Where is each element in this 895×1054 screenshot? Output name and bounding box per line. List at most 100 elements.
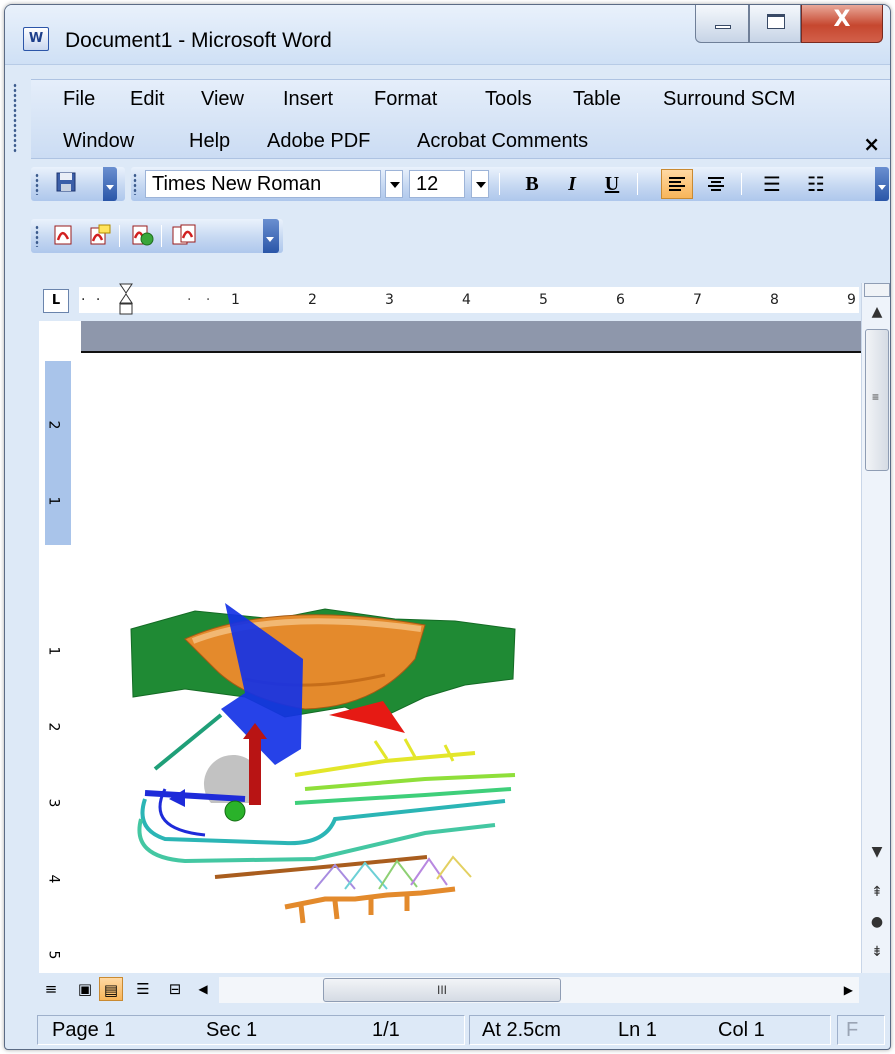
scroll-right-arrow-icon[interactable]: ▶ (844, 977, 853, 1003)
scroll-down-arrow-icon[interactable]: ▼ (862, 839, 890, 865)
bold-button[interactable]: B (519, 171, 545, 197)
align-left-button[interactable] (661, 169, 693, 199)
next-page-icon[interactable]: ⇟ (862, 939, 890, 965)
title-bar[interactable]: W Document1 - Microsoft Word X (5, 5, 890, 65)
status-section: Sec 1 (206, 1019, 258, 1041)
convert-and-email-pdf-button[interactable] (129, 223, 155, 249)
pdf-send-icon (172, 224, 196, 245)
pdf-toolbar (31, 219, 283, 253)
menu-help[interactable]: Help (189, 130, 230, 153)
vertical-ruler-margin (45, 361, 71, 545)
outline-view-icon[interactable]: ☰ (131, 977, 155, 1001)
menu-insert[interactable]: Insert (283, 88, 333, 111)
bullets-button[interactable]: ☷ (803, 171, 829, 197)
document-area[interactable]: 2 1 1 2 3 4 5 (39, 321, 861, 973)
separator (161, 225, 162, 247)
status-bar: Page 1 Sec 1 1/1 At 2.5cm Ln 1 Col 1 F (31, 1009, 889, 1047)
vruler-label: 4 (45, 874, 62, 884)
convert-to-pdf-button[interactable] (51, 223, 77, 249)
font-size-dropdown[interactable] (471, 170, 489, 198)
status-position[interactable]: At 2.5cm Ln 1 Col 1 (469, 1015, 831, 1045)
standard-toolbar-options[interactable] (103, 167, 117, 201)
status-extra-text: F (846, 1019, 859, 1041)
vertical-ruler[interactable]: 2 1 1 2 3 4 5 (39, 353, 73, 973)
menu-format[interactable]: Format (374, 88, 437, 111)
select-browse-object-icon[interactable]: ● (862, 909, 890, 935)
align-center-icon (708, 177, 724, 193)
split-box[interactable] (864, 283, 890, 297)
menu-table[interactable]: Table (573, 88, 621, 111)
status-column: Col 1 (718, 1019, 765, 1041)
align-center-button[interactable] (703, 171, 729, 197)
vertical-scrollbar[interactable]: ▲ ≡ ▼ ⇞ ● ⇟ (861, 283, 890, 973)
menu-adobe-pdf[interactable]: Adobe PDF (267, 130, 370, 153)
status-extra[interactable]: F (837, 1015, 885, 1045)
minimize-icon (715, 25, 731, 29)
pdf-icon (54, 225, 72, 245)
reading-layout-view-icon[interactable]: ⊟ (163, 977, 187, 1001)
close-document-icon[interactable]: × (863, 132, 880, 156)
web-layout-view-icon[interactable]: ▣ (73, 977, 97, 1001)
formatting-toolbar-gripper[interactable] (133, 173, 137, 195)
menu-acrobat-comments[interactable]: Acrobat Comments (417, 130, 588, 153)
word-app-icon[interactable]: W (23, 27, 49, 51)
menu-tools[interactable]: Tools (485, 88, 532, 111)
print-layout-view-icon[interactable]: ▤ (99, 977, 123, 1001)
embedded-3d-model-image[interactable] (125, 589, 525, 929)
pdf-review-icon (90, 224, 111, 245)
normal-view-icon[interactable]: ≡ (39, 977, 63, 1001)
indent-marker[interactable] (119, 283, 133, 317)
separator (119, 225, 120, 247)
maximize-button[interactable] (749, 5, 801, 43)
vruler-label: 1 (45, 646, 62, 656)
italic-button[interactable]: I (559, 171, 585, 197)
underline-button[interactable]: U (599, 171, 625, 197)
font-name-dropdown[interactable] (385, 170, 403, 198)
menu-edit[interactable]: Edit (130, 88, 164, 111)
menu-file[interactable]: File (63, 88, 95, 111)
separator (499, 173, 500, 195)
horizontal-scroll-thumb[interactable]: III (323, 978, 561, 1002)
pdf-email-icon (132, 225, 154, 246)
menu-window[interactable]: Window (63, 130, 134, 153)
formatting-toolbar: Times New Roman 12 B I U ☰ ☷ (131, 167, 889, 201)
pdf-toolbar-gripper[interactable] (35, 225, 39, 247)
standard-toolbar-gripper[interactable] (35, 173, 39, 195)
minimize-button[interactable] (695, 5, 749, 43)
pdf-toolbar-options[interactable] (263, 219, 279, 253)
ruler-label: 2 (308, 292, 317, 308)
horizontal-scrollbar[interactable]: III ▶ (219, 977, 859, 1003)
formatting-toolbar-options[interactable] (875, 167, 889, 201)
numbering-button[interactable]: ☰ (759, 171, 785, 197)
save-button[interactable] (53, 171, 79, 197)
menubar-gripper[interactable] (13, 83, 17, 153)
menu-view[interactable]: View (201, 88, 244, 111)
font-size-combo[interactable]: 12 (409, 170, 465, 198)
page-top-margin (81, 321, 861, 353)
ruler-label: 6 (616, 292, 625, 308)
vruler-label: 3 (45, 798, 62, 808)
convert-and-send-review-button[interactable] (171, 223, 197, 249)
menu-surround-scm[interactable]: Surround SCM (663, 88, 795, 111)
font-name-combo[interactable]: Times New Roman (145, 170, 381, 198)
scroll-left-arrow-icon[interactable]: ◀ (191, 977, 215, 1001)
tab-selector-button[interactable]: L (43, 289, 69, 313)
vruler-label: 5 (45, 950, 62, 960)
status-pages: 1/1 (372, 1019, 400, 1041)
vruler-label: 2 (45, 420, 62, 430)
close-button[interactable]: X (801, 5, 883, 43)
ruler-label: 3 (385, 292, 394, 308)
bullet-list-icon: ☷ (807, 172, 825, 196)
ruler-label: 5 (539, 292, 548, 308)
thumb-grip-icon: ≡ (872, 390, 880, 404)
status-page-section[interactable]: Page 1 Sec 1 1/1 (37, 1015, 465, 1045)
horizontal-ruler[interactable]: · · 1 2 3 4 5 6 7 8 9 · · (79, 287, 859, 313)
ruler-label: 4 (462, 292, 471, 308)
save-icon (56, 172, 76, 192)
convert-and-review-pdf-button[interactable] (87, 223, 113, 249)
word-window: W Document1 - Microsoft Word X File Edit… (4, 4, 891, 1050)
status-at: At 2.5cm (482, 1019, 561, 1041)
scroll-up-arrow-icon[interactable]: ▲ (862, 299, 890, 325)
vertical-scroll-thumb[interactable]: ≡ (865, 329, 889, 471)
previous-page-icon[interactable]: ⇞ (862, 879, 890, 905)
